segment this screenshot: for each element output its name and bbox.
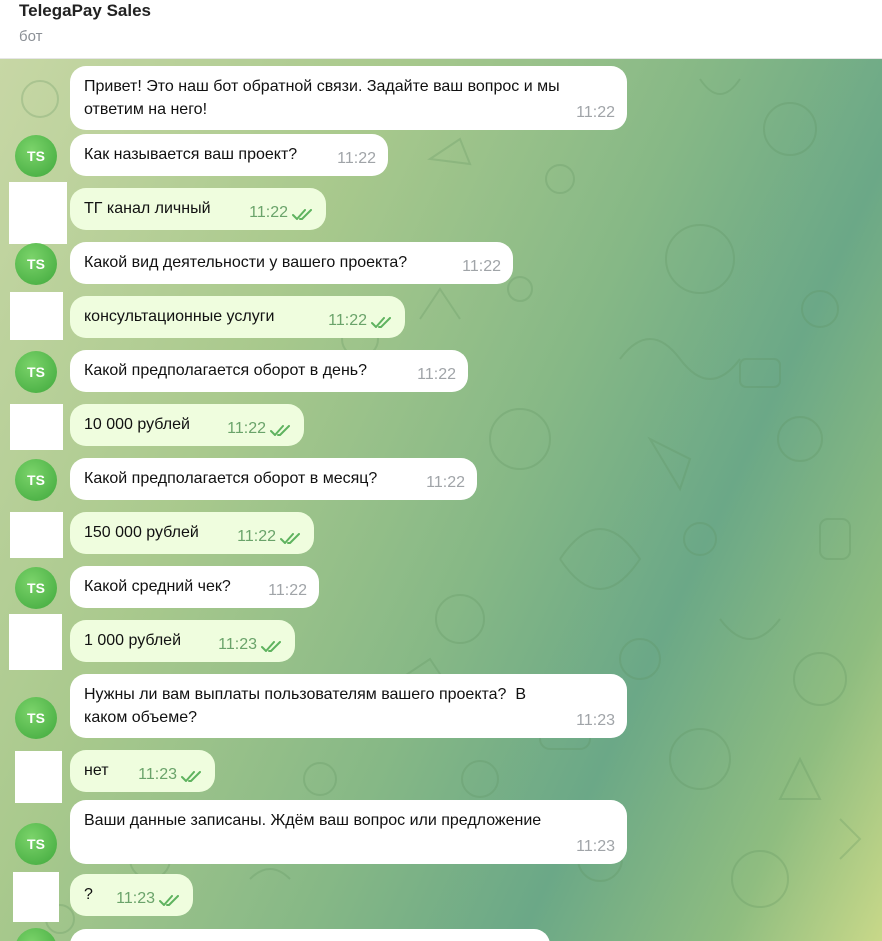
message-time: 11:22 [417, 366, 456, 383]
outgoing-message[interactable]: 1 000 рублей 11:23 [70, 620, 295, 662]
incoming-message[interactable]: Какой средний чек? 11:22 [70, 566, 319, 608]
message-time: 11:23 [576, 712, 615, 729]
incoming-message[interactable]: Какой вид деятельности у вашего проекта?… [70, 242, 513, 284]
chat-title[interactable]: TelegaPay Sales [19, 1, 151, 21]
outgoing-message[interactable]: 10 000 рублей 11:22 [70, 404, 304, 446]
message-time: 11:22 [426, 474, 465, 491]
bot-avatar[interactable]: TS [15, 697, 57, 739]
bot-avatar[interactable] [15, 928, 57, 941]
message-text: Привет! Это наш бот обратной связи. Зада… [84, 78, 560, 118]
incoming-message[interactable]: Нужны ли вам выплаты пользователям вашег… [70, 674, 627, 738]
bot-avatar[interactable]: TS [15, 351, 57, 393]
message-text: Ваши данные записаны. Ждём ваш вопрос ил… [84, 812, 542, 829]
bot-avatar[interactable]: TS [15, 243, 57, 285]
incoming-message[interactable]: Какой предполагается оборот в день? 11:22 [70, 350, 468, 392]
incoming-message[interactable]: Как называется ваш проект? 11:22 [70, 134, 388, 176]
message-time: 11:22 [249, 204, 288, 221]
read-checkmark-icon [280, 533, 300, 544]
incoming-message[interactable]: Какой предполагается оборот в месяц? 11:2… [70, 458, 477, 500]
message-list[interactable]: Привет! Это наш бот обратной связи. Зада… [0, 59, 882, 941]
message-text: Какой предполагается оборот в месяц? [84, 470, 378, 487]
read-checkmark-icon [270, 425, 290, 436]
chat-subtitle: бот [19, 28, 43, 45]
message-time: 11:22 [462, 258, 501, 275]
message-time: 11:22 [328, 312, 367, 329]
message-time: 11:23 [138, 766, 177, 783]
message-time: 11:23 [576, 838, 615, 855]
bot-avatar[interactable]: TS [15, 459, 57, 501]
user-avatar[interactable] [9, 182, 67, 244]
chat-header[interactable]: TelegaPay Sales бот [0, 0, 882, 59]
message-text: Нужны ли вам выплаты пользователям вашег… [84, 686, 527, 726]
message-time: 11:22 [227, 420, 266, 437]
bot-avatar[interactable]: TS [15, 135, 57, 177]
user-avatar[interactable] [10, 404, 63, 450]
outgoing-message[interactable]: 150 000 рублей 11:22 [70, 512, 314, 554]
user-avatar[interactable] [10, 512, 63, 558]
outgoing-message[interactable]: консультационные услуги 11:22 [70, 296, 405, 338]
user-avatar[interactable] [13, 872, 59, 922]
read-checkmark-icon [371, 317, 391, 328]
user-avatar[interactable] [15, 751, 62, 803]
message-time: 11:22 [237, 528, 276, 545]
incoming-message[interactable] [70, 929, 550, 941]
message-time: 11:22 [337, 150, 376, 167]
user-avatar[interactable] [9, 614, 62, 670]
message-text: Как называется ваш проект? [84, 146, 298, 163]
message-text: Какой предполагается оборот в день? [84, 362, 368, 379]
bot-avatar[interactable]: TS [15, 823, 57, 865]
outgoing-message[interactable]: нет 11:23 [70, 750, 215, 792]
outgoing-message[interactable]: ТГ канал личный 11:22 [70, 188, 326, 230]
incoming-message[interactable]: Привет! Это наш бот обратной связи. Зада… [70, 66, 627, 130]
message-time: 11:22 [268, 582, 307, 599]
read-checkmark-icon [181, 771, 201, 782]
outgoing-message[interactable]: ? 11:23 [70, 874, 193, 916]
message-time: 11:23 [116, 890, 155, 907]
user-avatar[interactable] [10, 292, 63, 340]
message-time: 11:23 [218, 636, 257, 653]
read-checkmark-icon [261, 641, 281, 652]
bot-avatar[interactable]: TS [15, 567, 57, 609]
incoming-message[interactable]: Ваши данные записаны. Ждём ваш вопрос ил… [70, 800, 627, 864]
read-checkmark-icon [292, 209, 312, 220]
read-checkmark-icon [159, 895, 179, 906]
message-time: 11:22 [576, 104, 615, 121]
message-text: Какой вид деятельности у вашего проекта? [84, 254, 408, 271]
